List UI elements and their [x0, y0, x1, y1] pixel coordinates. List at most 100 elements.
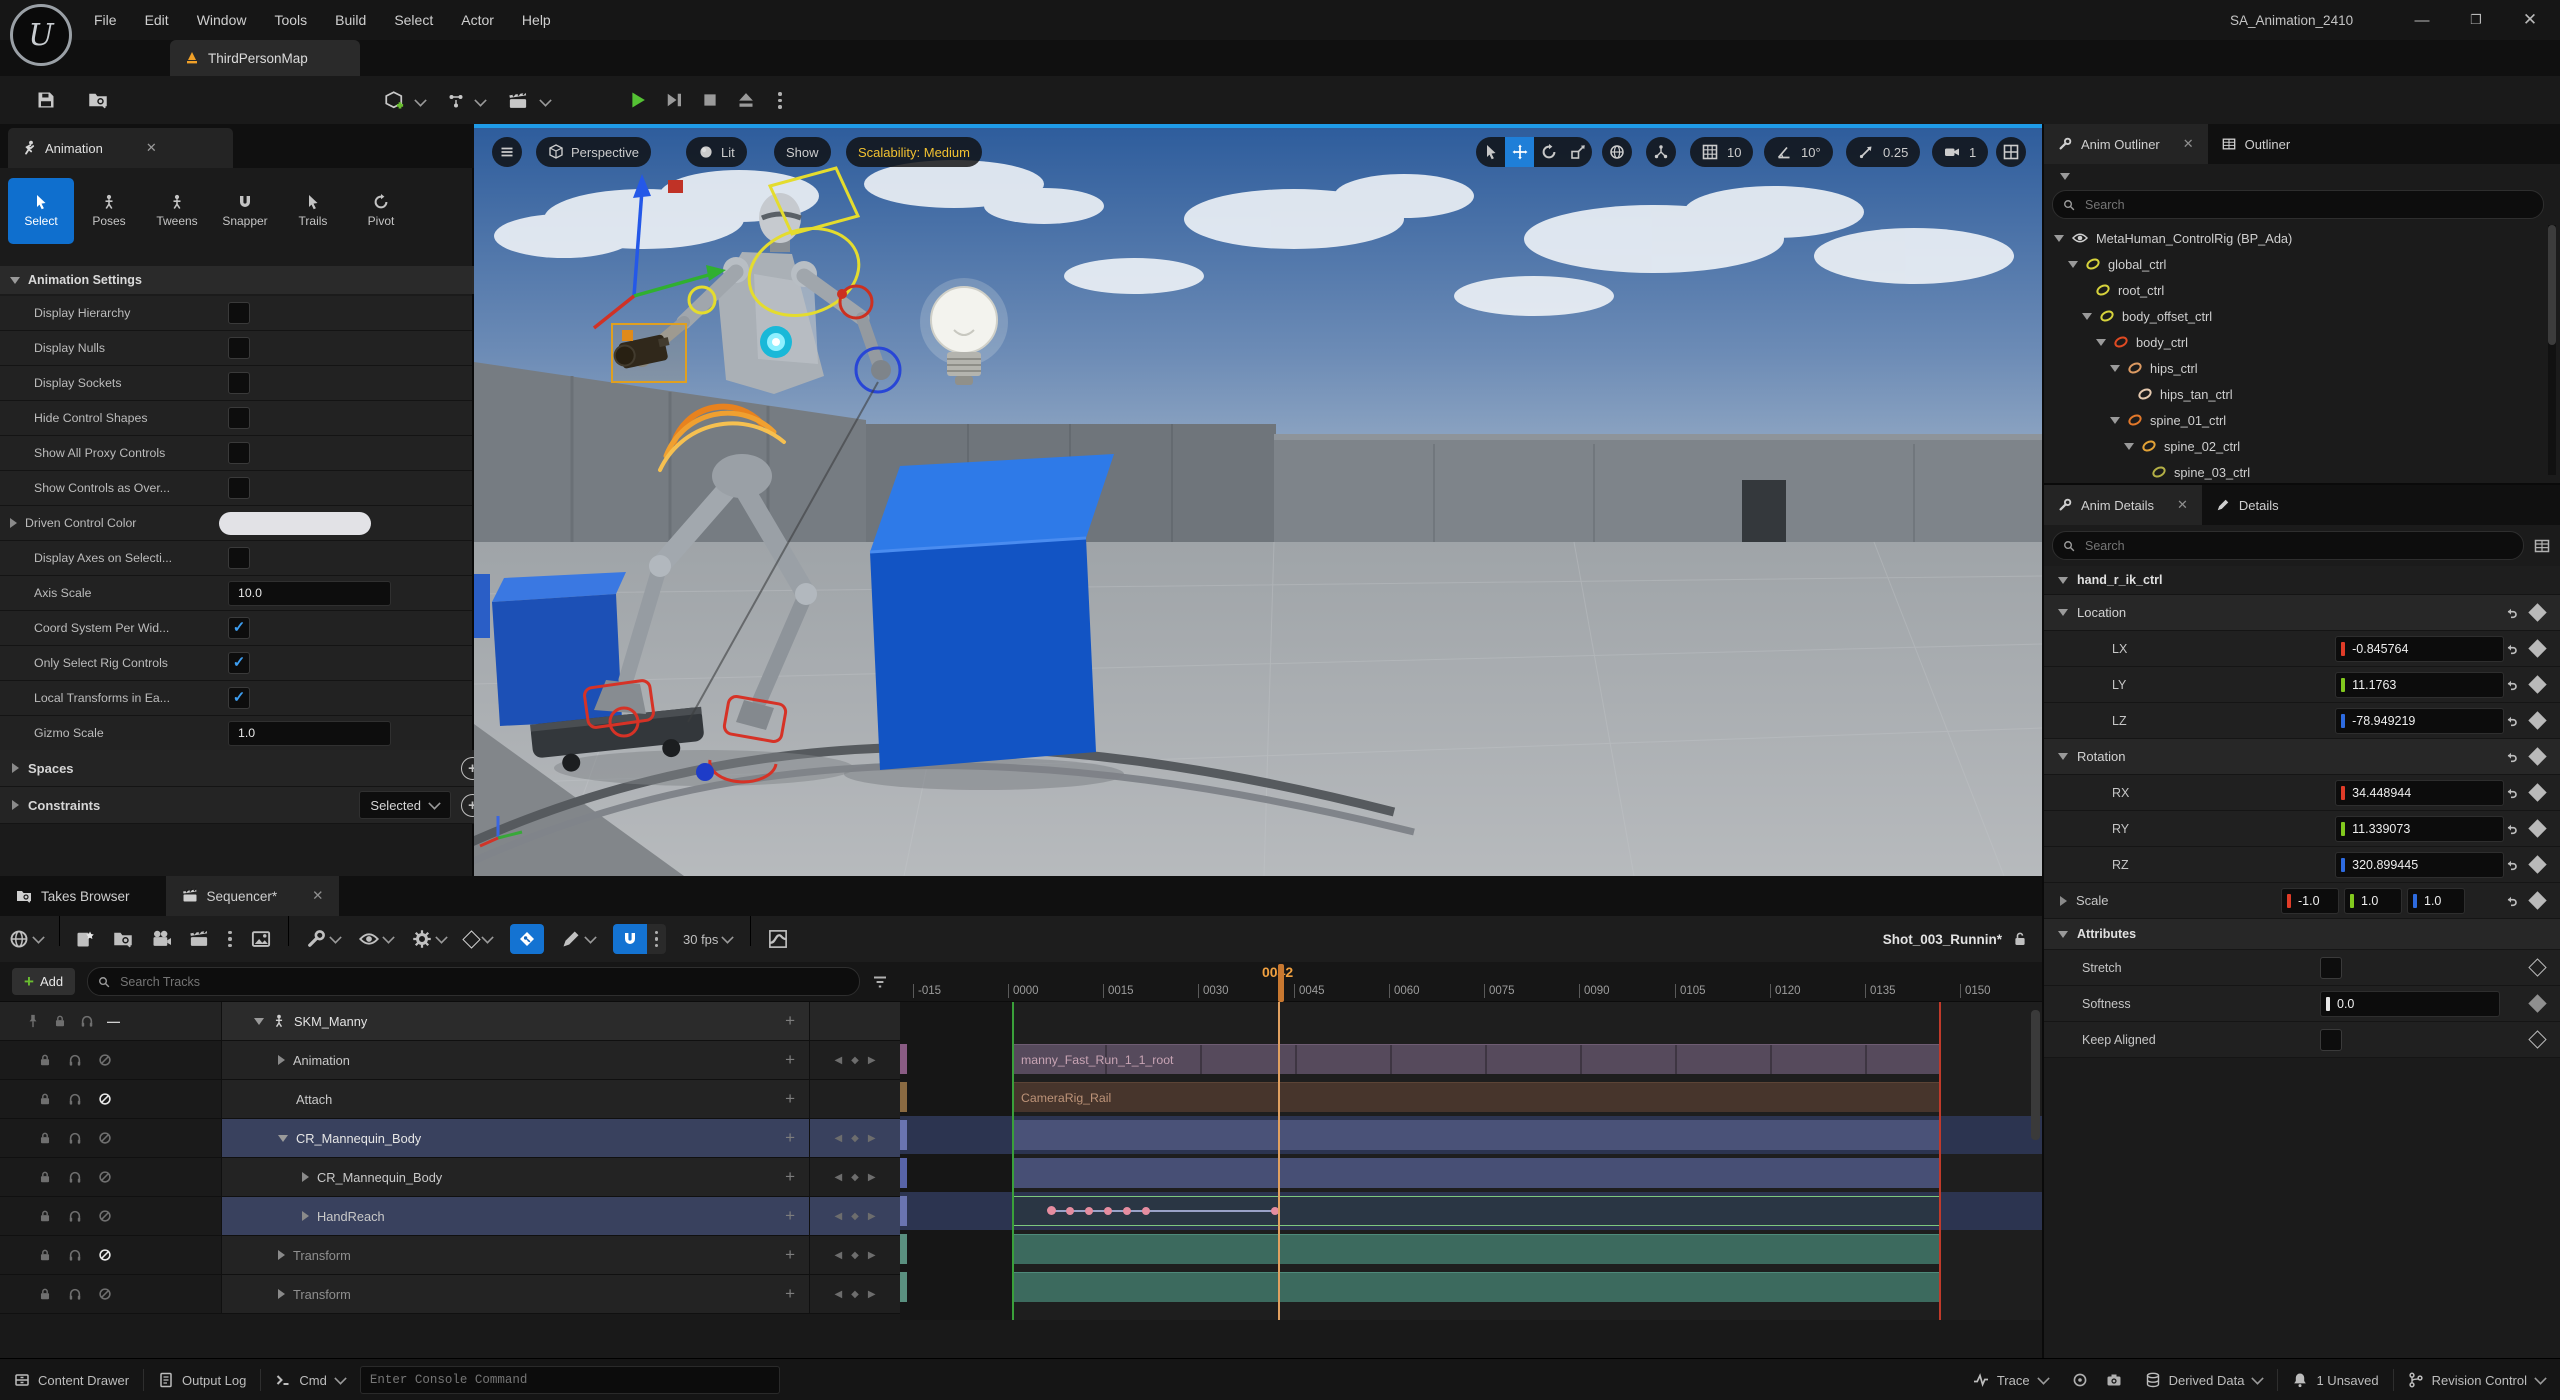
expand-icon[interactable]: [278, 1250, 285, 1260]
reset-icon[interactable]: [2504, 714, 2518, 728]
outliner-search[interactable]: [2052, 190, 2544, 219]
expand-icon[interactable]: [10, 518, 17, 528]
rz-input[interactable]: 320.899445: [2335, 852, 2504, 878]
keyframe-dot[interactable]: [1085, 1207, 1093, 1215]
cr-body-section[interactable]: [1012, 1120, 1941, 1150]
reset-icon[interactable]: [2504, 786, 2518, 800]
reset-icon[interactable]: [2504, 678, 2518, 692]
track-cr-mannequin-body-child[interactable]: CR_Mannequin_Body + ◀◆▶: [0, 1158, 900, 1197]
browse-sequence-icon[interactable]: [113, 929, 133, 949]
eye-icon[interactable]: [2072, 230, 2088, 246]
tab-anim-details[interactable]: Anim Details ✕: [2044, 485, 2202, 525]
mute-icon[interactable]: [98, 1053, 112, 1067]
reset-icon[interactable]: [2504, 858, 2518, 872]
close-icon[interactable]: ✕: [2177, 497, 2188, 513]
mute-icon[interactable]: [98, 1092, 112, 1106]
lx-input[interactable]: -0.845764: [2335, 636, 2504, 662]
keyframe-icon[interactable]: [2528, 891, 2546, 909]
tool-snapper[interactable]: Snapper: [212, 178, 278, 244]
menu-file[interactable]: File: [80, 0, 131, 40]
tab-details[interactable]: Details: [2202, 485, 2293, 525]
track-search[interactable]: [87, 967, 860, 996]
skip-icon[interactable]: [664, 90, 684, 110]
checkbox[interactable]: [228, 547, 250, 569]
checkbox[interactable]: [228, 337, 250, 359]
close-icon[interactable]: ✕: [146, 140, 157, 156]
lock-icon[interactable]: [38, 1248, 52, 1262]
fps-dropdown[interactable]: 30 fps: [674, 916, 742, 962]
minimize-button[interactable]: —: [2402, 5, 2442, 35]
checkbox[interactable]: [228, 477, 250, 499]
outliner-search-input[interactable]: [2083, 197, 2533, 213]
trace-dropdown[interactable]: Trace: [1959, 1359, 2063, 1400]
spaces-section[interactable]: Spaces +: [0, 750, 496, 787]
menu-help[interactable]: Help: [508, 0, 565, 40]
cinematics-icon[interactable]: [508, 91, 528, 111]
add-section-icon[interactable]: +: [785, 1245, 809, 1265]
handreach-section[interactable]: [1012, 1196, 1941, 1226]
headphones-icon[interactable]: [68, 1092, 82, 1106]
camera-icon[interactable]: [151, 929, 171, 949]
tool-trails[interactable]: Trails: [280, 178, 346, 244]
unreal-logo[interactable]: U: [10, 4, 72, 66]
tab-sequencer[interactable]: Sequencer* ✕: [166, 876, 340, 916]
reset-icon[interactable]: [2504, 894, 2518, 908]
scale-z-input[interactable]: 1.0: [2407, 888, 2465, 914]
track-transform-1[interactable]: Transform + ◀◆▶: [0, 1236, 900, 1275]
scale-snap-button[interactable]: 0.25: [1846, 137, 1920, 167]
animation-clip[interactable]: manny_Fast_Run_1_1_root: [1012, 1044, 1941, 1074]
keyframe-options-dropdown[interactable]: [456, 916, 502, 962]
headphones-icon[interactable]: [80, 1014, 94, 1028]
tool-poses[interactable]: Poses: [76, 178, 142, 244]
stop-icon[interactable]: [700, 90, 720, 110]
mute-icon[interactable]: [98, 1209, 112, 1223]
softness-input[interactable]: 0.0: [2320, 991, 2500, 1017]
tree-item[interactable]: body_offset_ctrl: [2044, 303, 2560, 329]
lock-icon[interactable]: [38, 1053, 52, 1067]
close-icon[interactable]: ✕: [312, 888, 323, 904]
reset-icon[interactable]: [2504, 822, 2518, 836]
restore-button[interactable]: ❐: [2456, 5, 2496, 35]
snap-toggle-button[interactable]: [613, 924, 647, 954]
headphones-icon[interactable]: [68, 1131, 82, 1145]
menu-window[interactable]: Window: [183, 0, 261, 40]
rotation-section-header[interactable]: Rotation: [2044, 739, 2560, 775]
checkbox[interactable]: [228, 407, 250, 429]
eject-icon[interactable]: [736, 90, 756, 110]
attributes-section-header[interactable]: Attributes: [2044, 919, 2560, 950]
tab-anim-outliner[interactable]: Anim Outliner ✕: [2044, 124, 2208, 164]
location-section-header[interactable]: Location: [2044, 595, 2560, 631]
scale-y-input[interactable]: 1.0: [2344, 888, 2402, 914]
screenshot-mode-icon[interactable]: [2072, 1372, 2088, 1388]
rotation-snap-button[interactable]: 10°: [1764, 137, 1833, 167]
menu-build[interactable]: Build: [321, 0, 380, 40]
color-swatch[interactable]: [219, 512, 371, 535]
keyframe-icon[interactable]: [2528, 747, 2546, 765]
tree-item[interactable]: root_ctrl: [2044, 277, 2560, 303]
menu-tools[interactable]: Tools: [260, 0, 321, 40]
mute-icon[interactable]: [98, 1287, 112, 1301]
keyframe-dot[interactable]: [1142, 1207, 1150, 1215]
minus-icon[interactable]: —: [107, 1014, 120, 1029]
viewport[interactable]: Perspective Lit Show Scalability: Medium…: [474, 124, 2042, 876]
camera-speed-button[interactable]: 1: [1932, 137, 1988, 167]
tree-item[interactable]: body_ctrl: [2044, 329, 2560, 355]
tree-item[interactable]: spine_03_ctrl: [2044, 459, 2560, 483]
save-icon[interactable]: [36, 90, 56, 110]
unsaved-indicator[interactable]: 1 Unsaved: [2278, 1359, 2392, 1400]
keyframe-icon[interactable]: [2528, 1030, 2546, 1048]
track-handreach[interactable]: HandReach + ◀◆▶: [0, 1197, 900, 1236]
lock-icon[interactable]: [2012, 931, 2028, 947]
rotate-tool-button[interactable]: [1534, 137, 1563, 167]
collapse-icon[interactable]: [2068, 261, 2078, 268]
timeline-scrollbar[interactable]: [2031, 1010, 2040, 1140]
edit-mode-dropdown[interactable]: [552, 916, 605, 962]
collapse-icon[interactable]: [278, 1135, 288, 1142]
keyframe-icon[interactable]: [2528, 603, 2546, 621]
filter-icon[interactable]: [872, 974, 888, 990]
tree-item[interactable]: MetaHuman_ControlRig (BP_Ada): [2044, 225, 2560, 251]
tab-takes-browser[interactable]: Takes Browser: [0, 876, 146, 916]
track-search-input[interactable]: [118, 974, 849, 990]
menu-edit[interactable]: Edit: [131, 0, 183, 40]
content-drawer-button[interactable]: Content Drawer: [0, 1359, 143, 1400]
